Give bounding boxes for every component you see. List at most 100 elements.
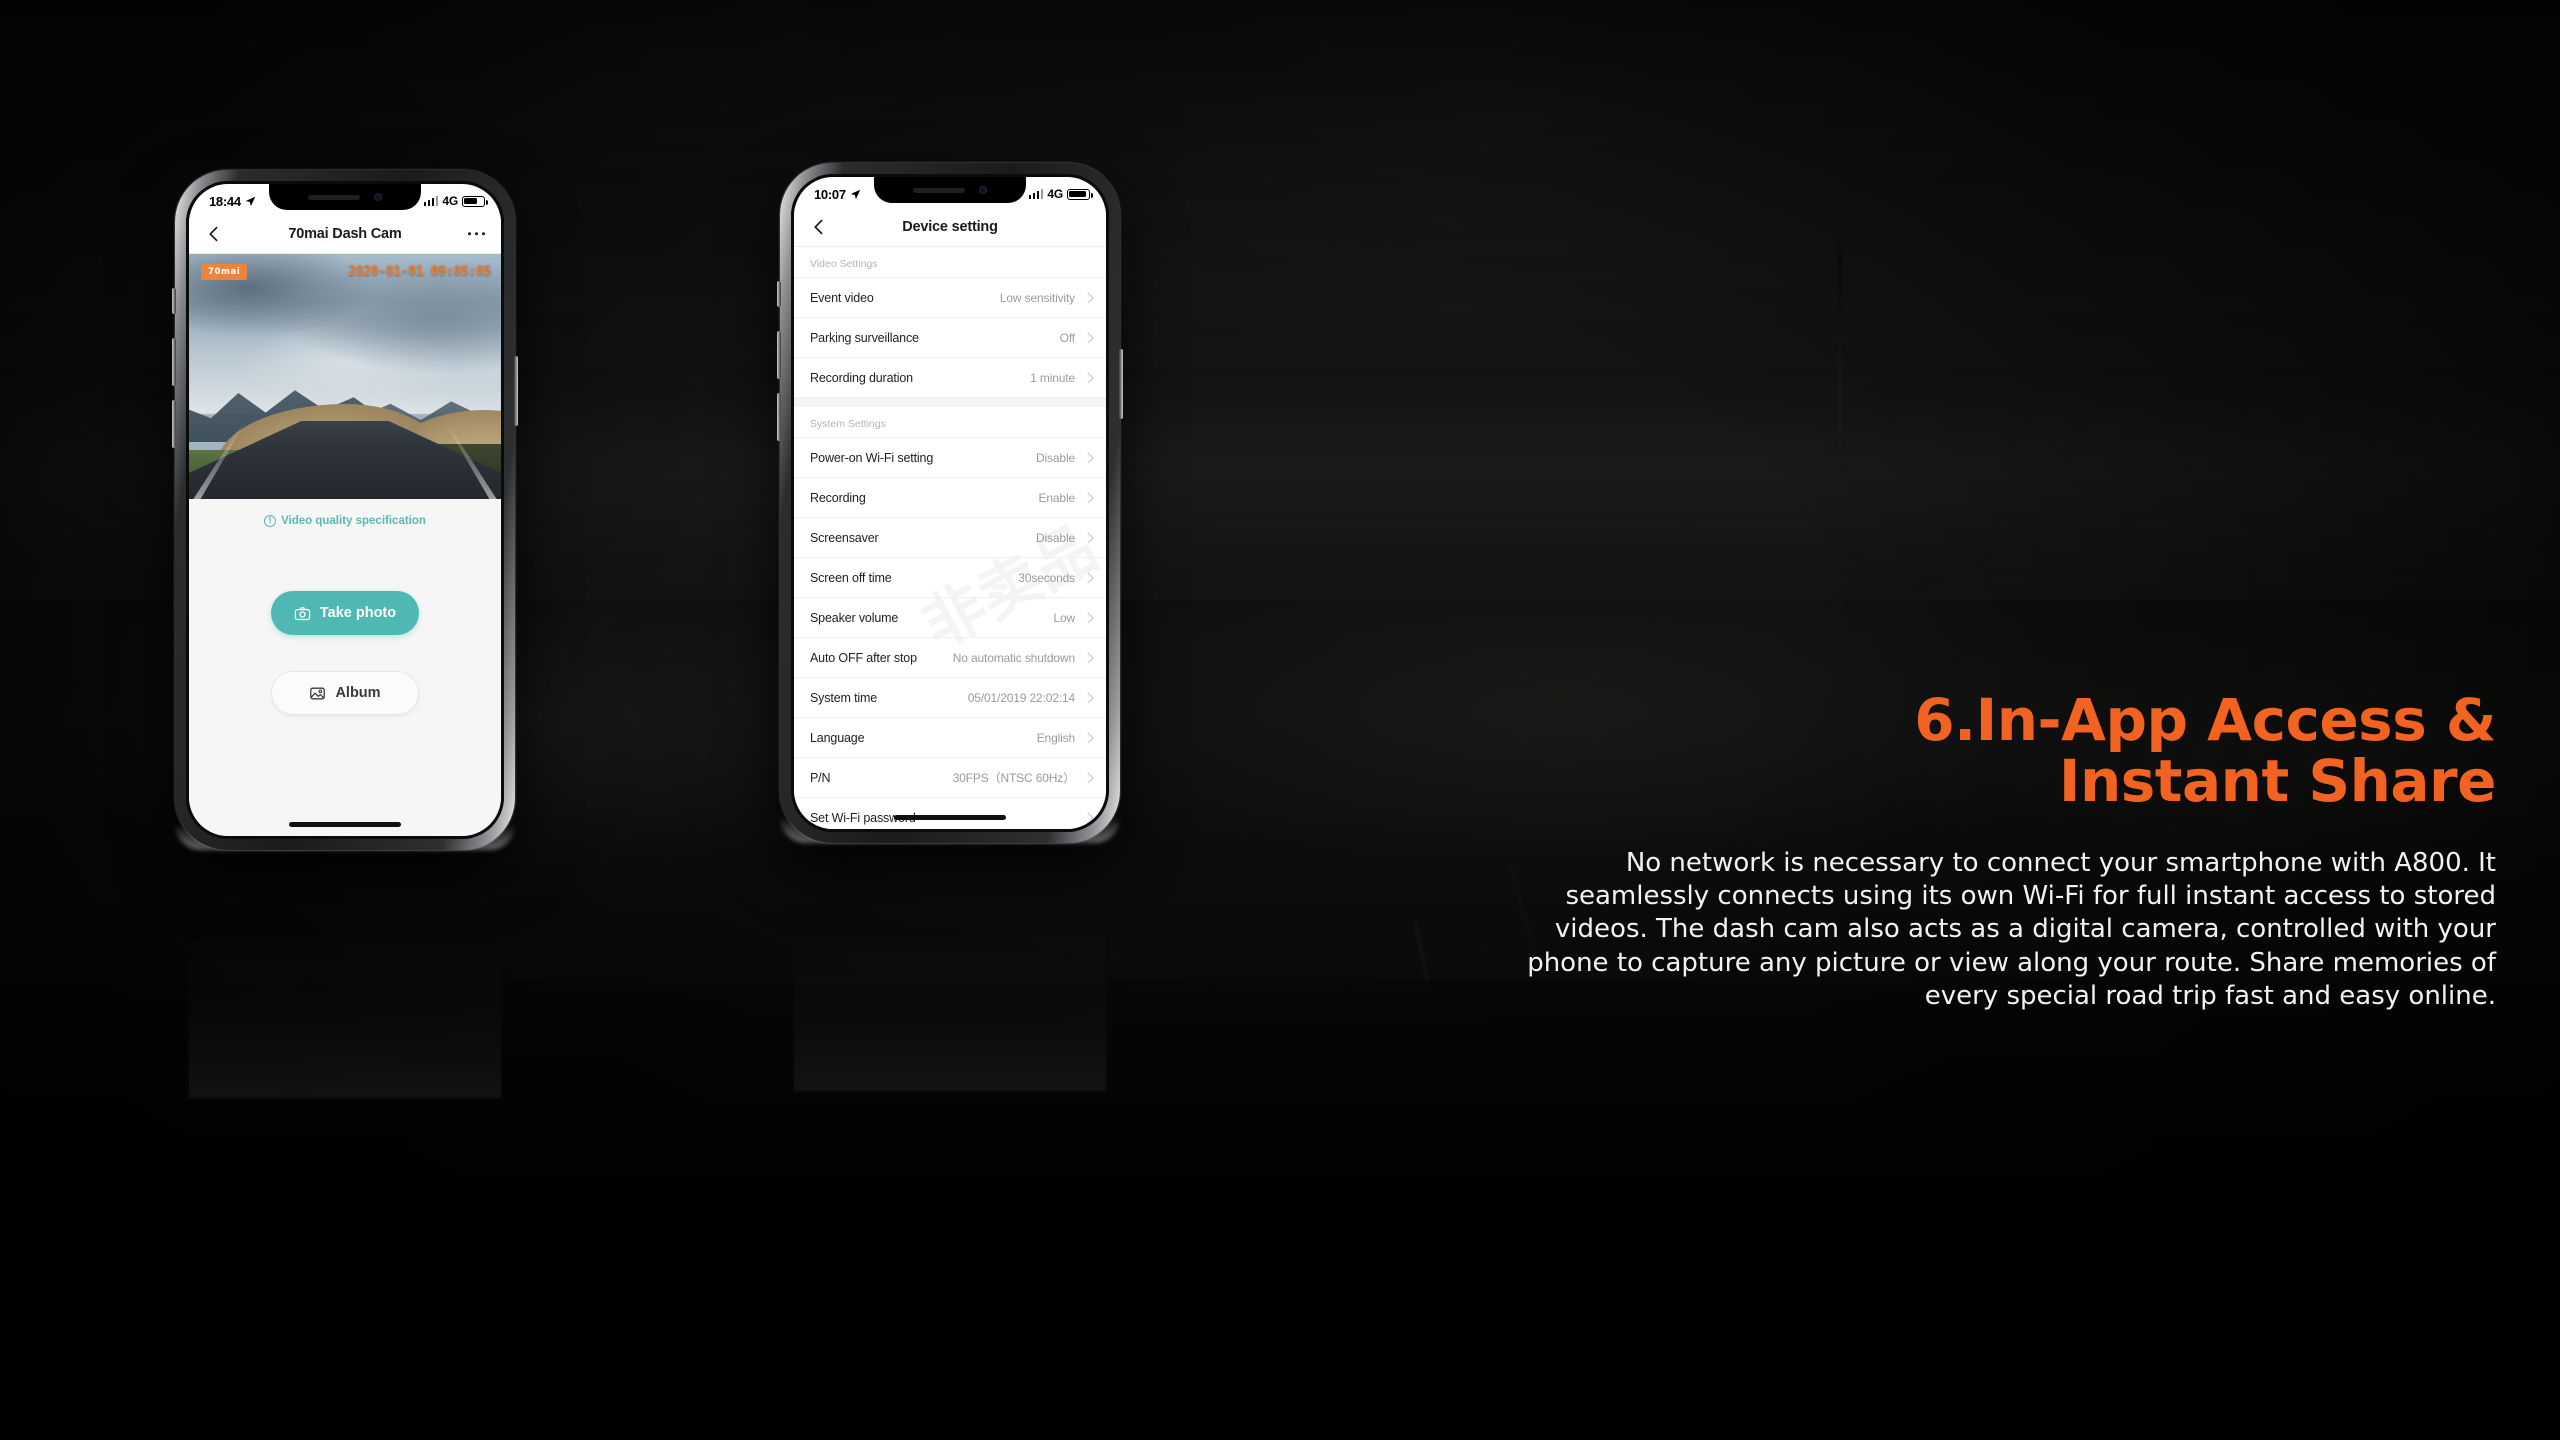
marketing-copy: 6.In-App Access & Instant Share No netwo… <box>1476 689 2496 1013</box>
setting-row-pn[interactable]: P/N 30FPS（NTSC 60Hz） <box>794 758 1106 798</box>
setting-label: Event video <box>810 290 874 305</box>
setting-row-set-wifi-password[interactable]: Set Wi-Fi password <box>794 798 1106 829</box>
setting-row-language[interactable]: Language English <box>794 718 1106 758</box>
video-quality-specification-link[interactable]: ! Video quality specification <box>264 499 426 527</box>
setting-value: Disable <box>1036 530 1075 545</box>
setting-label: Auto OFF after stop <box>810 650 917 665</box>
phone-right: 10:07 4G Device setting Video Settings E… <box>777 163 1123 843</box>
feed-timestamp: 2020-01-01 09:05:05 <box>347 263 492 279</box>
chevron-right-icon <box>1082 371 1094 384</box>
setting-value: 1 minute <box>1030 370 1075 385</box>
image-icon <box>310 687 326 699</box>
setting-value: English <box>1036 730 1075 745</box>
phone-right-reflection: Set Wi-Fi password › P/N 30FPS（NTSC 60Hz… <box>780 854 1120 1094</box>
setting-row-event-video[interactable]: Event video Low sensitivity <box>794 278 1106 318</box>
volume-up-button[interactable] <box>777 331 781 379</box>
setting-label: System time <box>810 690 878 705</box>
phone-left: 18:44 4G 70mai Dash Cam 70mai 2020-01-01… <box>172 170 518 850</box>
chevron-right-icon <box>1082 731 1094 744</box>
chevron-right-icon <box>1082 451 1094 464</box>
volume-up-button[interactable] <box>172 338 176 386</box>
phone-left-content: ! Video quality specification Take photo <box>189 499 501 836</box>
setting-row-power-on-wifi[interactable]: Power-on Wi-Fi setting Disable <box>794 438 1106 478</box>
reflection-text: 30FPS（NTSC 60Hz） <box>980 868 1095 880</box>
status-time: 10:07 <box>814 186 846 202</box>
setting-row-auto-off-after-stop[interactable]: Auto OFF after stop No automatic shutdow… <box>794 638 1106 678</box>
take-photo-label: Take photo <box>319 605 397 621</box>
setting-label: Power-on Wi-Fi setting <box>810 450 934 465</box>
setting-value: No automatic shutdown <box>952 650 1075 665</box>
network-label: 4G <box>1047 187 1063 201</box>
location-arrow-icon <box>850 189 861 199</box>
headline-line-1: 6.In-App Access & <box>1914 686 2496 754</box>
network-label: 4G <box>442 194 458 208</box>
chevron-left-icon[interactable] <box>810 218 828 236</box>
setting-row-recording-duration[interactable]: Recording duration 1 minute <box>794 358 1106 398</box>
section-header-system: System Settings <box>794 407 1106 438</box>
power-button[interactable] <box>514 356 518 426</box>
setting-row-parking-surveillance[interactable]: Parking surveillance Off <box>794 318 1106 358</box>
setting-label: Recording duration <box>810 370 913 385</box>
power-button[interactable] <box>1119 349 1123 419</box>
reflection-text: P/N <box>807 871 826 883</box>
chevron-right-icon <box>1082 651 1094 664</box>
setting-label: Recording <box>810 490 866 505</box>
chevron-right-icon <box>1082 611 1094 624</box>
silent-switch[interactable] <box>777 281 781 307</box>
home-indicator[interactable] <box>289 822 401 827</box>
spec-link-label: Video quality specification <box>281 515 426 527</box>
info-circle-icon: ! <box>264 515 277 527</box>
setting-value: 05/01/2019 22:02:14 <box>967 690 1075 705</box>
settings-list[interactable]: 非卖品 Video Settings Event video Low sensi… <box>794 247 1106 829</box>
silent-switch[interactable] <box>172 288 176 314</box>
page-title: 70mai Dash Cam <box>288 225 402 242</box>
phone-left-reflection <box>175 861 515 1101</box>
status-time: 18:44 <box>209 193 241 209</box>
location-arrow-icon <box>245 196 256 206</box>
camera-icon <box>294 606 311 620</box>
camera-live-feed[interactable]: 70mai 2020-01-01 09:05:05 <box>189 254 501 499</box>
status-bar-right: 10:07 4G <box>794 177 1106 207</box>
setting-label: Language <box>810 730 865 745</box>
page-title: Device setting <box>902 218 998 235</box>
chevron-right-icon <box>1082 491 1094 504</box>
chevron-right-icon <box>1082 531 1094 544</box>
chevron-right-icon <box>1082 291 1094 304</box>
chevron-right-icon <box>1082 811 1094 824</box>
signal-bars-icon <box>1028 189 1044 199</box>
setting-label: Speaker volume <box>810 610 899 625</box>
setting-value: Off <box>1059 330 1075 345</box>
setting-value: Disable <box>1036 450 1075 465</box>
body-copy: No network is necessary to connect your … <box>1527 847 2496 1011</box>
album-label: Album <box>335 685 381 701</box>
navbar-left: 70mai Dash Cam <box>189 214 501 254</box>
setting-row-screensaver[interactable]: Screensaver Disable <box>794 518 1106 558</box>
home-indicator[interactable] <box>894 815 1006 820</box>
setting-label: Parking surveillance <box>810 330 919 345</box>
setting-value: Low <box>1053 610 1075 625</box>
album-button[interactable]: Album <box>271 671 419 715</box>
setting-label: P/N <box>810 770 831 785</box>
setting-label: Screensaver <box>810 530 879 545</box>
phone-right-screen: 10:07 4G Device setting Video Settings E… <box>794 177 1106 829</box>
section-divider <box>794 398 1106 407</box>
background-utility-pole <box>1822 245 1858 665</box>
battery-icon <box>1067 188 1093 200</box>
take-photo-button[interactable]: Take photo <box>271 591 419 635</box>
setting-row-screen-off-time[interactable]: Screen off time 30seconds <box>794 558 1106 598</box>
reflection-text: Set Wi-Fi password <box>807 901 912 915</box>
section-header-video: Video Settings <box>794 247 1106 278</box>
setting-row-recording[interactable]: Recording Enable <box>794 478 1106 518</box>
setting-row-speaker-volume[interactable]: Speaker volume Low <box>794 598 1106 638</box>
chevron-right-icon <box>1082 331 1094 344</box>
chevron-left-icon[interactable] <box>205 225 223 243</box>
chevron-right-icon <box>1082 571 1094 584</box>
more-dots-icon[interactable] <box>467 231 485 236</box>
page-root: Set Wi-Fi password › P/N 30FPS（NTSC 60Hz… <box>0 0 2560 1440</box>
setting-label: Screen off time <box>810 570 892 585</box>
chevron-right-icon <box>1082 691 1094 704</box>
volume-down-button[interactable] <box>172 400 176 448</box>
setting-row-system-time[interactable]: System time 05/01/2019 22:02:14 <box>794 678 1106 718</box>
volume-down-button[interactable] <box>777 393 781 441</box>
chevron-right-icon <box>1082 771 1094 784</box>
